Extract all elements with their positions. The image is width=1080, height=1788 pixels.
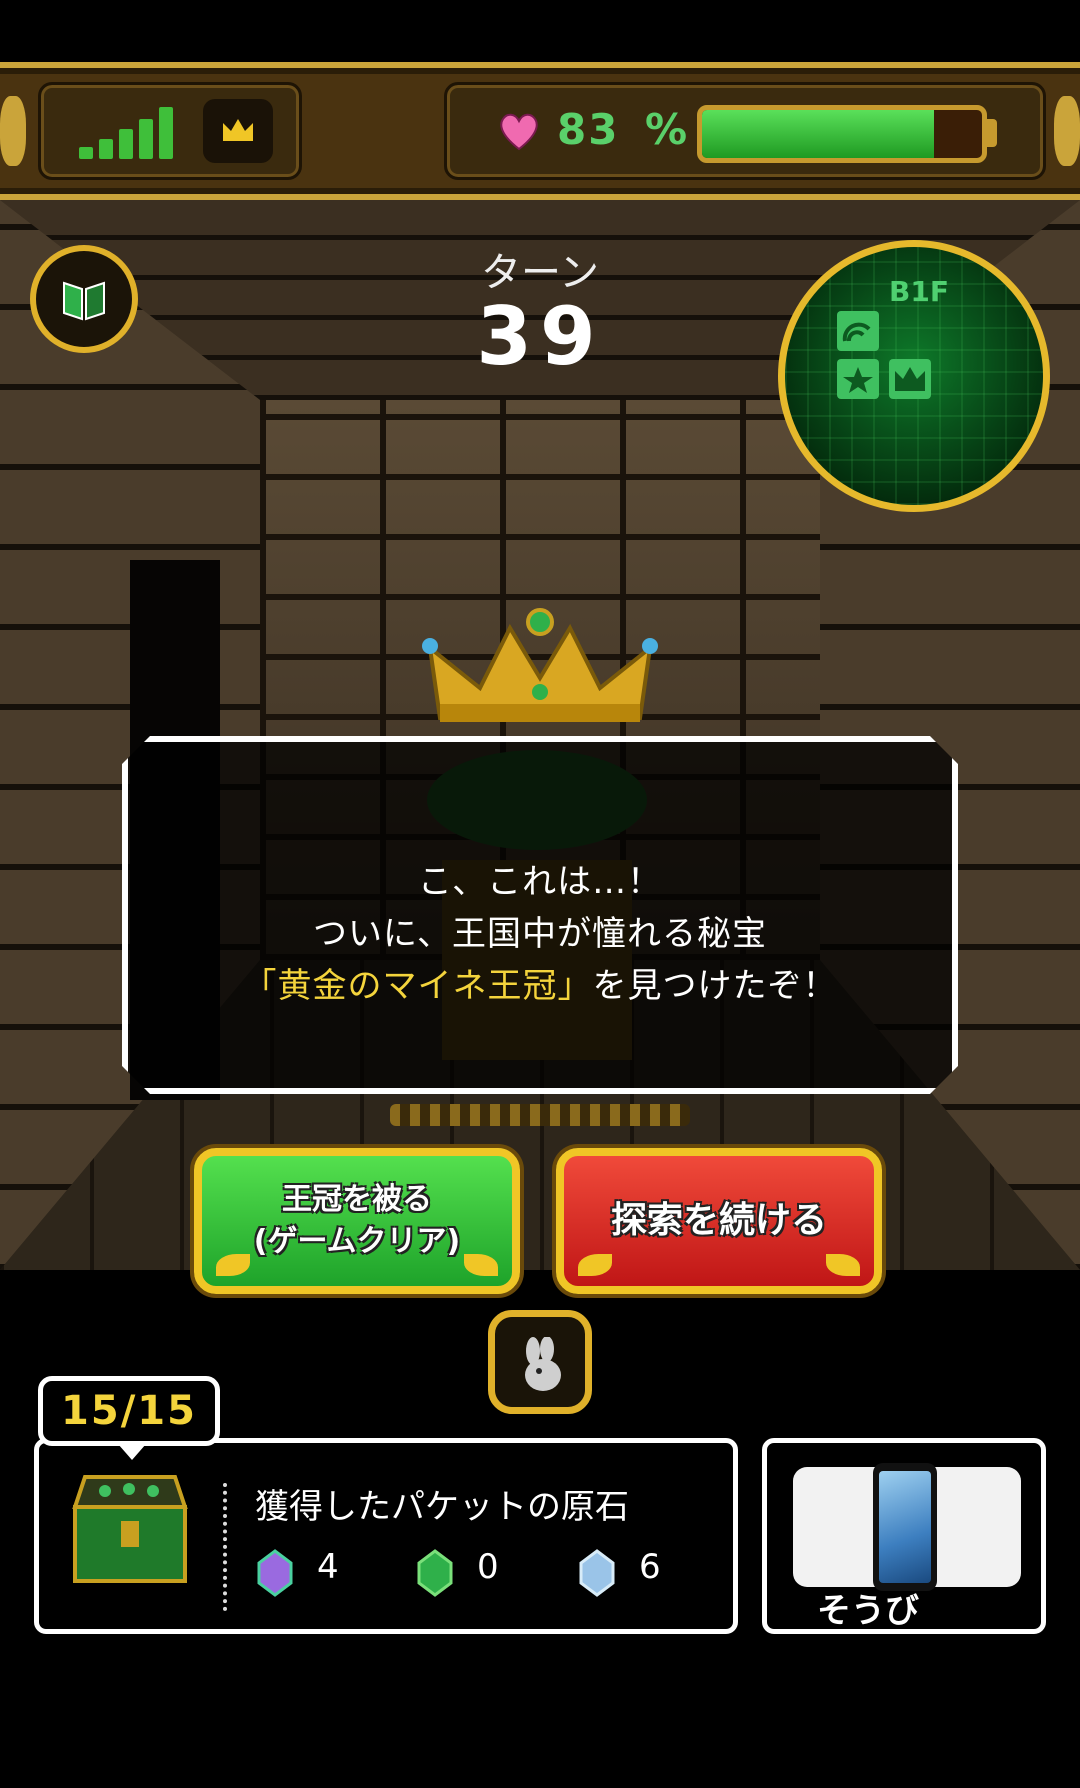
crown-badge [203, 99, 273, 163]
wear-crown-button[interactable]: 王冠を被る (ゲームクリア) [194, 1148, 520, 1294]
leaf-ornament [464, 1254, 498, 1276]
minimap-radar[interactable]: B1F [778, 240, 1050, 512]
minimap-rooms [837, 311, 931, 399]
wear-crown-label: 王冠を被る (ゲームクリア) [253, 1182, 461, 1259]
loot-panel[interactable]: 獲得したパケットの原石 4 0 6 [34, 1438, 738, 1634]
signal-bars-icon [79, 107, 199, 159]
blue-gem-count: 6 [639, 1547, 661, 1587]
ornate-strip [390, 1104, 690, 1126]
ornament-right [1054, 96, 1080, 166]
continue-exploring-label: 探索を続ける [610, 1200, 827, 1241]
leaf-ornament [826, 1254, 860, 1276]
status-bar: 83 % [0, 62, 1080, 200]
loot-title: 獲得したパケットの原石 [255, 1487, 629, 1527]
book-button[interactable] [30, 245, 138, 353]
treasure-name: 「黄金のマイネ王冠」 [242, 966, 593, 1006]
equip-panel[interactable]: そうび [762, 1438, 1046, 1634]
smartphone-icon [873, 1463, 937, 1591]
badge-tail [118, 1444, 146, 1460]
crown-icon [223, 119, 253, 141]
rabbit-button[interactable] [488, 1310, 592, 1414]
hp-bar [697, 105, 987, 163]
loot-separator [223, 1483, 227, 1611]
rainbow-gem-icon [257, 1549, 293, 1597]
green-gem-icon [417, 1549, 453, 1597]
equip-card [793, 1463, 1021, 1591]
leaf-ornament [578, 1254, 612, 1276]
dialogue-line-1: こ、これは…！ [417, 862, 663, 902]
equip-label: そうび [817, 1591, 919, 1631]
dialogue-line-3: 「黄金のマイネ王冠」を見つけたぞ！ [128, 958, 952, 1007]
hp-bar-fill [702, 110, 935, 158]
treasure-chest-icon [72, 1475, 188, 1583]
dialogue-box: こ、これは…！ ついに、王国中が憧れる秘宝 「黄金のマイネ王冠」を見つけたぞ！ [122, 736, 958, 1094]
hp-percent-unit: % [645, 105, 688, 154]
green-gem-count: 0 [477, 1547, 499, 1587]
continue-exploring-button[interactable]: 探索を続ける [556, 1148, 882, 1294]
chest-count-badge: 15/15 [38, 1376, 220, 1446]
floor-label: B1F [889, 275, 949, 308]
hp-percent-value: 83 [557, 105, 620, 154]
phone-screen [879, 1471, 931, 1583]
dialogue-line-3-rest: を見つけたぞ！ [592, 966, 838, 1006]
hp-panel: 83 % [444, 82, 1046, 180]
blue-gem-icon [579, 1549, 615, 1597]
leaf-ornament [216, 1254, 250, 1276]
hp-bar-cap [987, 119, 997, 147]
ornament-left [0, 96, 26, 166]
dialogue-line-2: ついに、王国中が憧れる秘宝 [313, 914, 767, 954]
golden-crown-treasure [422, 608, 658, 722]
book-icon [63, 281, 105, 321]
rainbow-gem-count: 4 [317, 1547, 339, 1587]
rabbit-icon [525, 1337, 561, 1391]
signal-panel [38, 82, 302, 180]
turn-counter: 39 [476, 290, 604, 383]
heart-icon [500, 113, 538, 151]
